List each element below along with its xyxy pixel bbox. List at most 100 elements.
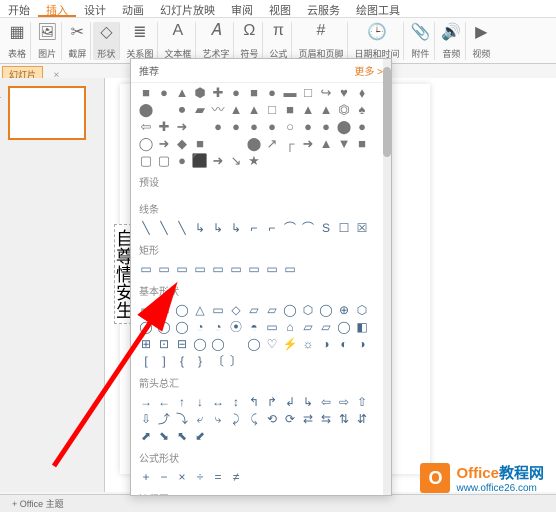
shape-item[interactable]: ▲ <box>319 102 333 116</box>
shape-item[interactable]: ◯ <box>337 320 351 334</box>
ribbon-表格[interactable]: ▦表格 <box>4 22 31 60</box>
shape-item[interactable]: ● <box>265 85 279 99</box>
shape-item[interactable] <box>157 102 171 116</box>
ribbon-截屏[interactable]: ✂截屏 <box>64 22 91 60</box>
shape-item[interactable]: ╲ <box>175 221 189 235</box>
panel-scrollbar[interactable] <box>383 59 391 495</box>
shape-item[interactable]: 〰 <box>211 102 225 116</box>
shape-item[interactable]: □ <box>265 102 279 116</box>
shape-item[interactable]: = <box>211 470 225 484</box>
shape-item[interactable]: S <box>319 221 333 235</box>
shape-item[interactable]: ↳ <box>211 221 225 235</box>
shape-item[interactable]: ◯ <box>247 337 261 351</box>
shape-item[interactable]: ■ <box>139 85 153 99</box>
shape-item[interactable]: ● <box>211 119 225 133</box>
shape-item[interactable]: ↳ <box>193 221 207 235</box>
shape-item[interactable]: ▭ <box>139 262 153 276</box>
shape-item[interactable]: ★ <box>247 153 261 167</box>
shape-item[interactable]: ⇦ <box>139 119 153 133</box>
shape-item[interactable]: ● <box>301 119 315 133</box>
shape-item[interactable]: ↲ <box>283 395 297 409</box>
shape-item[interactable]: ⇵ <box>355 412 369 426</box>
shape-item[interactable]: ■ <box>193 136 207 150</box>
shape-item[interactable]: ● <box>229 85 243 99</box>
shape-item[interactable]: ▱ <box>301 320 315 334</box>
shape-item[interactable]: ● <box>265 119 279 133</box>
shape-item[interactable]: ■ <box>283 102 297 116</box>
shape-item[interactable]: ▭ <box>211 303 225 317</box>
shape-item[interactable]: ◧ <box>355 320 369 334</box>
shape-item[interactable]: ↳ <box>301 395 315 409</box>
shape-item[interactable]: ┌ <box>283 136 297 150</box>
shape-item[interactable]: ⬡ <box>355 303 369 317</box>
shape-item[interactable]: ⇧ <box>355 395 369 409</box>
shape-item[interactable]: ▢ <box>157 153 171 167</box>
shape-item[interactable]: ⊕ <box>337 303 351 317</box>
shape-item[interactable]: ↪ <box>319 85 333 99</box>
shape-item[interactable]: ➜ <box>301 136 315 150</box>
shape-item[interactable]: ↔ <box>211 395 225 409</box>
ribbon-文本框[interactable]: A文本框 <box>160 22 196 60</box>
slide-thumbnail[interactable]: 1 <box>8 86 86 140</box>
shape-item[interactable]: ◔ <box>193 320 207 334</box>
shape-item[interactable]: ● <box>247 119 261 133</box>
shape-item[interactable]: ✚ <box>157 119 171 133</box>
shape-item[interactable]: ◯ <box>193 337 207 351</box>
shape-item[interactable]: ⬢ <box>193 85 207 99</box>
shape-item[interactable]: ● <box>319 119 333 133</box>
shape-item[interactable]: ● <box>355 119 369 133</box>
shape-item[interactable]: ↕ <box>229 395 243 409</box>
shape-item[interactable]: ⚡ <box>283 337 297 351</box>
shape-item[interactable]: ⌂ <box>283 320 297 334</box>
shape-item[interactable]: ▱ <box>319 320 333 334</box>
shape-item[interactable]: ▲ <box>301 102 315 116</box>
shape-item[interactable]: ⬛ <box>193 153 207 167</box>
shape-item[interactable]: ▭ <box>247 262 261 276</box>
ribbon-音频[interactable]: 🔊音频 <box>437 22 466 60</box>
shape-item[interactable]: ▭ <box>265 320 279 334</box>
shape-item[interactable] <box>229 136 243 150</box>
shape-item[interactable]: ⬡ <box>301 303 315 317</box>
shape-item[interactable]: ⇦ <box>319 395 333 409</box>
shape-item[interactable]: ▲ <box>319 136 333 150</box>
shape-item[interactable]: ⇩ <box>139 412 153 426</box>
shape-item[interactable]: ⌐ <box>265 221 279 235</box>
shape-item[interactable]: ♡ <box>265 337 279 351</box>
shape-item[interactable]: ● <box>157 85 171 99</box>
shape-item[interactable]: ◑ <box>355 337 369 351</box>
shape-item[interactable]: ◓ <box>247 320 261 334</box>
shape-item[interactable]: ← <box>157 395 171 409</box>
shape-item[interactable]: × <box>175 470 189 484</box>
shape-item[interactable]: ⬊ <box>157 429 171 443</box>
shape-item[interactable]: ▱ <box>247 303 261 317</box>
shape-item[interactable]: [ <box>139 354 153 368</box>
menu-设计[interactable]: 设计 <box>76 0 114 17</box>
shape-item[interactable]: ⏣ <box>337 102 351 116</box>
shape-item[interactable]: ■ <box>247 85 261 99</box>
ribbon-形状[interactable]: ◇形状 <box>93 22 120 60</box>
shape-item[interactable]: ⊟ <box>175 337 189 351</box>
shape-item[interactable]: ↳ <box>229 221 243 235</box>
shape-item[interactable]: + <box>139 470 153 484</box>
shape-item[interactable]: ⇄ <box>301 412 315 426</box>
shape-item[interactable]: ◐ <box>337 337 351 351</box>
shape-item[interactable]: → <box>139 395 153 409</box>
shape-item[interactable]: ▰ <box>193 102 207 116</box>
ribbon-日期和时间[interactable]: 🕒日期和时间 <box>350 22 404 60</box>
shape-item[interactable]: ◯ <box>175 303 189 317</box>
shape-item[interactable]: ⬈ <box>139 429 153 443</box>
shape-item[interactable]: ↑ <box>175 395 189 409</box>
ribbon-符号[interactable]: Ω符号 <box>236 22 263 60</box>
shape-item[interactable]: ⏺ <box>175 102 189 116</box>
shape-item[interactable]: ⬉ <box>175 429 189 443</box>
shape-item[interactable]: ● <box>229 119 243 133</box>
more-link[interactable]: 更多 > <box>354 63 383 78</box>
shape-item[interactable]: ➜ <box>211 153 225 167</box>
ribbon-公式[interactable]: π公式 <box>265 22 292 60</box>
shape-item[interactable]: ◇ <box>229 303 243 317</box>
shape-item[interactable]: ▼ <box>337 136 351 150</box>
shape-item[interactable]: ☐ <box>337 221 351 235</box>
shape-item[interactable]: ⌐ <box>247 221 261 235</box>
menu-开始[interactable]: 开始 <box>0 0 38 17</box>
ribbon-页眉和页脚[interactable]: #页眉和页脚 <box>294 22 348 60</box>
